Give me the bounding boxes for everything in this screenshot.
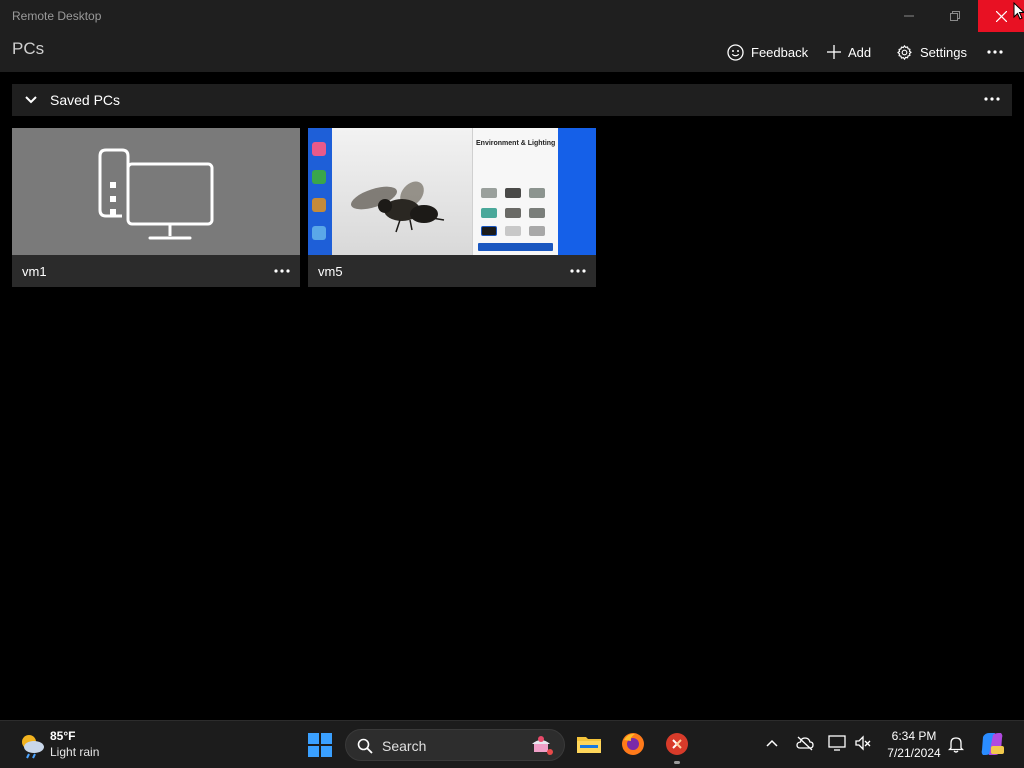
more-icon[interactable] (274, 269, 290, 273)
saved-pcs-group-header[interactable]: Saved PCs (12, 84, 1012, 116)
gear-icon (897, 44, 912, 60)
pc-tile-vm1[interactable]: vm1 (12, 128, 300, 287)
chevron-down-icon (25, 96, 37, 104)
settings-button[interactable]: Settings (896, 42, 967, 62)
chevron-up-icon[interactable] (764, 735, 780, 751)
pc-name: vm1 (22, 264, 47, 279)
active-app-indicator (674, 761, 680, 764)
taskbar-search[interactable]: Search (345, 729, 565, 761)
page-title: PCs (12, 39, 45, 58)
search-label: Search (382, 738, 427, 754)
restore-button[interactable] (932, 0, 978, 32)
settings-label: Settings (920, 44, 967, 60)
group-more-icon[interactable] (984, 97, 1000, 101)
bell-icon[interactable] (948, 735, 964, 753)
remote-desktop-icon[interactable] (664, 731, 690, 757)
minimize-icon (904, 15, 914, 17)
add-label: Add (848, 44, 872, 60)
clock-date[interactable]: 7/21/2024 (884, 746, 944, 760)
environment-panel: Environment & Lighting (472, 128, 558, 255)
app-title: Remote Desktop (12, 9, 102, 23)
panel-title: Environment & Lighting (476, 140, 556, 147)
restore-icon (950, 11, 960, 21)
add-button[interactable]: Add (827, 42, 871, 62)
bee-scene (332, 128, 472, 255)
pc-thumbnail (12, 128, 300, 255)
smiley-icon (727, 43, 744, 61)
pc-tile-vm5[interactable]: Environment & Lighting vm5 (308, 128, 596, 287)
clock-time[interactable]: 6:34 PM (884, 729, 944, 743)
copilot-icon[interactable] (979, 731, 1005, 757)
session-screenshot: Environment & Lighting (308, 128, 596, 255)
onedrive-off-icon[interactable] (796, 735, 814, 751)
close-icon (995, 10, 1007, 22)
command-bar: PCs Feedback Add Settings (0, 32, 1024, 72)
remote-desktop-wallpaper (558, 128, 596, 255)
mouse-cursor-icon (1013, 2, 1024, 20)
start-button[interactable] (307, 732, 333, 758)
more-icon[interactable] (570, 269, 586, 273)
weather-rain-icon[interactable] (18, 731, 46, 759)
group-title: Saved PCs (50, 92, 121, 108)
bee-icon (351, 181, 445, 233)
feedback-label: Feedback (751, 44, 809, 60)
weather-description: Light rain (50, 745, 100, 759)
file-explorer-icon[interactable] (576, 731, 602, 757)
search-icon (357, 738, 373, 754)
feedback-button[interactable]: Feedback (727, 42, 808, 62)
remote-desktop-icons-column (308, 128, 332, 255)
display-icon[interactable] (828, 735, 846, 751)
more-icon (987, 50, 1003, 54)
plus-icon (827, 45, 841, 59)
minimize-button[interactable] (886, 0, 932, 32)
search-highlight-icon (532, 736, 553, 755)
pc-name: vm5 (318, 264, 343, 279)
firefox-icon[interactable] (620, 731, 646, 757)
more-options-button[interactable] (987, 42, 1003, 62)
title-bar: Remote Desktop (0, 0, 1024, 32)
weather-temperature: 85°F (50, 729, 76, 743)
volume-muted-icon[interactable] (854, 735, 872, 751)
taskbar: 85°F Light rain Search 6:34 PM 7/21/2024 (0, 720, 1024, 768)
default-pc-icon (98, 148, 214, 240)
